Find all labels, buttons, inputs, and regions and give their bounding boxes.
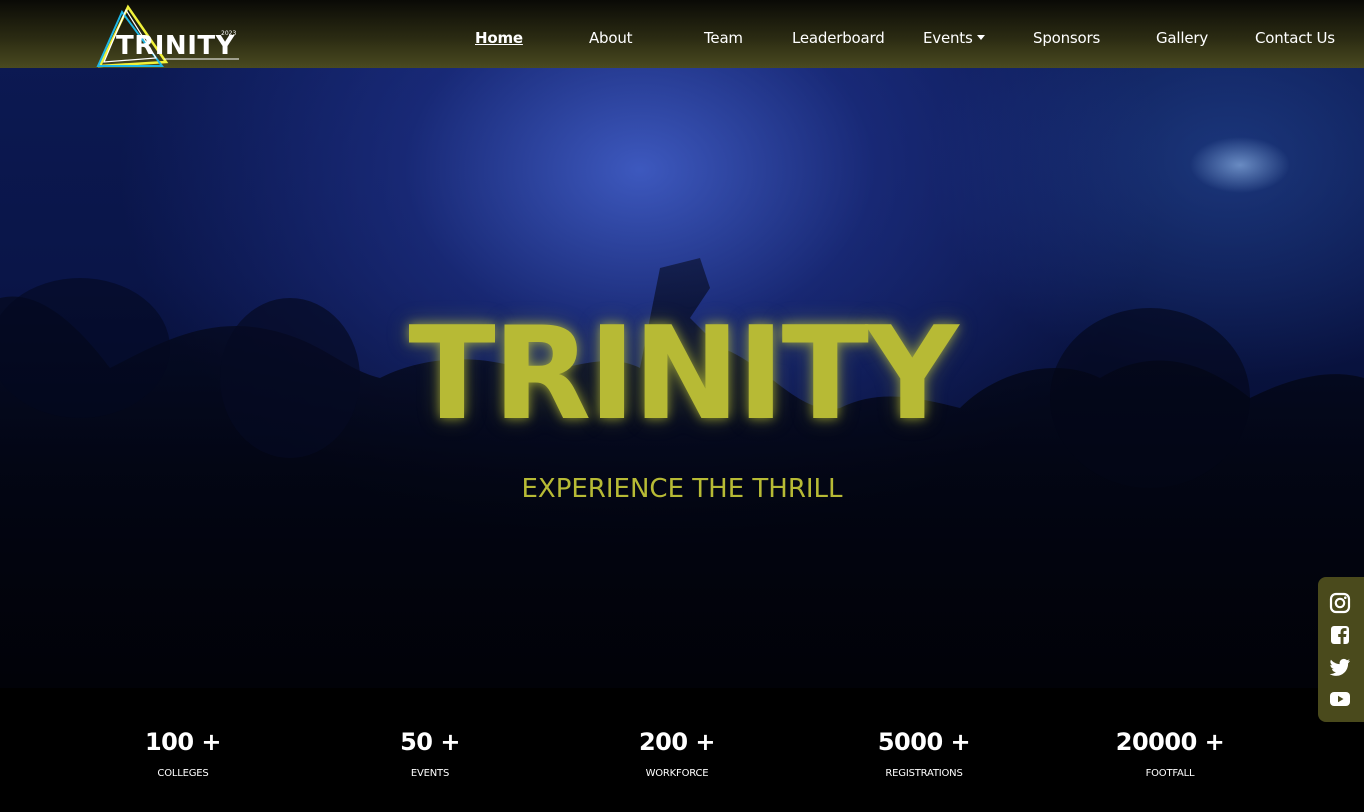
top-navbar: TRINITY 2023 Home About Team Leaderboard…	[0, 0, 1364, 68]
stat-label: EVENTS	[410, 768, 450, 779]
stats-bar: 100 + COLLEGES 50 + EVENTS 200 + WORKFOR…	[0, 688, 1364, 812]
stat-label: REGISTRATIONS	[885, 768, 963, 779]
stat-workforce: 200 + WORKFORCE	[577, 728, 777, 779]
twitter-icon[interactable]	[1328, 655, 1352, 679]
stat-label: COLLEGES	[157, 768, 209, 779]
stat-value: 200 +	[638, 728, 716, 756]
caret-down-icon	[976, 35, 985, 40]
nav-sponsors[interactable]: Sponsors	[1033, 29, 1100, 47]
nav-leaderboard[interactable]: Leaderboard	[792, 29, 885, 47]
nav-about[interactable]: About	[589, 29, 633, 47]
youtube-icon[interactable]	[1328, 687, 1352, 711]
instagram-icon[interactable]	[1328, 591, 1352, 615]
stat-footfall: 20000 + FOOTFALL	[1070, 728, 1270, 779]
stat-value: 100 +	[144, 728, 222, 756]
stat-colleges: 100 + COLLEGES	[83, 728, 283, 779]
social-sidebar	[1318, 577, 1364, 722]
nav-home[interactable]: Home	[475, 29, 523, 47]
facebook-icon[interactable]	[1328, 623, 1352, 647]
nav-contact[interactable]: Contact Us	[1255, 29, 1335, 47]
stat-label: FOOTFALL	[1145, 768, 1195, 779]
nav-gallery[interactable]: Gallery	[1156, 29, 1208, 47]
nav-events-dropdown[interactable]: Events	[923, 29, 985, 47]
stat-value: 50 +	[400, 728, 460, 756]
nav-menu: Home About Team Leaderboard Events Spons…	[0, 0, 1364, 68]
nav-team[interactable]: Team	[704, 29, 743, 47]
nav-events-label: Events	[923, 29, 973, 47]
stat-value: 5000 +	[877, 728, 971, 756]
stat-value: 20000 +	[1115, 728, 1225, 756]
hero-title: TRINITY	[408, 300, 958, 449]
hero-subtitle: EXPERIENCE THE THRILL	[521, 474, 843, 504]
stat-registrations: 5000 + REGISTRATIONS	[824, 728, 1024, 779]
stat-events: 50 + EVENTS	[330, 728, 530, 779]
stat-label: WORKFORCE	[645, 768, 709, 779]
stage-light	[1180, 110, 1310, 210]
